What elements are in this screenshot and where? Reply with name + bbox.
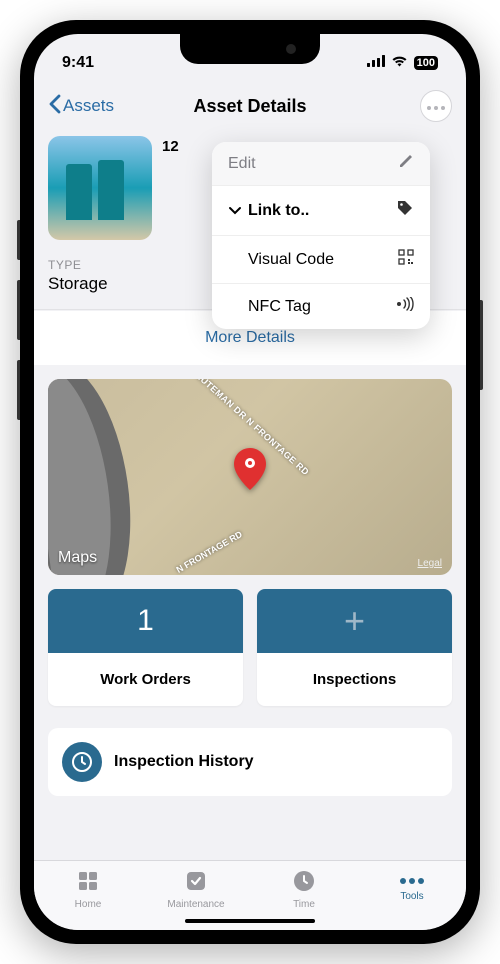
work-orders-label: Work Orders: [48, 653, 243, 706]
page-title: Asset Details: [193, 96, 306, 117]
menu-link-to-row[interactable]: Link to..: [212, 186, 430, 236]
tab-home[interactable]: Home: [34, 861, 142, 918]
qr-code-icon: [398, 249, 414, 270]
plus-icon: +: [257, 589, 452, 653]
asset-number: 12: [162, 136, 179, 240]
menu-edit-label: Edit: [228, 155, 256, 173]
chevron-left-icon: [48, 94, 61, 119]
menu-visual-code-label: Visual Code: [248, 251, 334, 269]
home-icon: [76, 869, 100, 896]
menu-nfc-tag-row[interactable]: NFC Tag: [212, 284, 430, 329]
wifi-icon: [391, 54, 408, 72]
map-legal-link[interactable]: Legal: [418, 558, 442, 569]
map-road-label: N FRONTAGE RD: [174, 529, 243, 575]
back-button[interactable]: Assets: [48, 94, 114, 119]
map-attribution: Maps: [58, 549, 97, 567]
tag-icon: [396, 199, 414, 222]
tab-home-label: Home: [75, 899, 102, 910]
nfc-icon: [394, 297, 414, 316]
inspections-card[interactable]: + Inspections: [257, 589, 452, 706]
menu-link-label: Link to..: [248, 202, 309, 220]
tab-tools[interactable]: Tools: [358, 861, 466, 918]
context-menu: Edit Link to.. Visual Code: [212, 142, 430, 329]
inspection-history-card[interactable]: Inspection History: [48, 728, 452, 796]
menu-nfc-tag-label: NFC Tag: [248, 298, 311, 316]
menu-edit-row[interactable]: Edit: [212, 142, 430, 186]
tools-icon: [399, 877, 425, 888]
inspection-history-title: Inspection History: [114, 753, 254, 771]
home-indicator[interactable]: [185, 919, 315, 923]
battery-icon: 100: [414, 56, 438, 70]
work-orders-card[interactable]: 1 Work Orders: [48, 589, 243, 706]
ellipsis-icon: [427, 97, 445, 115]
menu-visual-code-row[interactable]: Visual Code: [212, 236, 430, 284]
work-orders-count: 1: [48, 589, 243, 653]
clock-icon: [62, 742, 102, 782]
nav-bar: Assets Asset Details: [34, 82, 466, 130]
tab-maintenance-label: Maintenance: [167, 899, 224, 910]
more-options-button[interactable]: [420, 90, 452, 122]
checkmark-icon: [184, 869, 208, 896]
time-icon: [292, 869, 316, 896]
cellular-icon: [367, 54, 385, 72]
pencil-icon: [398, 153, 414, 174]
asset-thumbnail[interactable]: [48, 136, 152, 240]
status-time: 9:41: [62, 54, 94, 72]
chevron-down-icon: [228, 202, 242, 220]
back-label: Assets: [63, 96, 114, 116]
inspections-label: Inspections: [257, 653, 452, 706]
map-view[interactable]: MINUTEMAN DR N FRONTAGE RD N FRONTAGE RD…: [48, 379, 452, 575]
tab-time[interactable]: Time: [250, 861, 358, 918]
tab-maintenance[interactable]: Maintenance: [142, 861, 250, 918]
tab-tools-label: Tools: [400, 891, 423, 902]
tab-time-label: Time: [293, 899, 315, 910]
map-pin-icon: [234, 448, 266, 495]
